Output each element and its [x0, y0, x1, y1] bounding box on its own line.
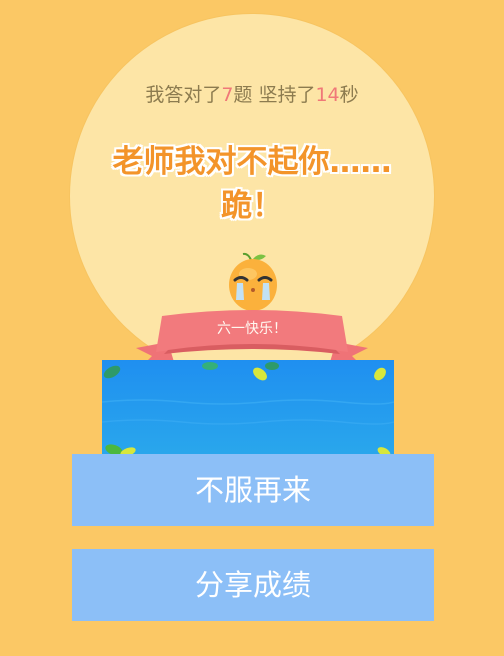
water-scene [102, 360, 394, 460]
crying-mango-mascot-icon [229, 252, 277, 311]
share-score-button[interactable]: 分享成绩 [72, 549, 434, 621]
question-count: 7 [221, 84, 234, 106]
score-summary: 我答对了7题 坚持了14秒 [0, 80, 504, 107]
banner-text: 六一快乐！ [217, 321, 287, 337]
score-mid: 题 坚持了 [233, 84, 316, 106]
apology-message: 老师我对不起你…… 跪！ [0, 140, 504, 228]
retry-button[interactable]: 不服再来 [72, 454, 434, 526]
score-suffix: 秒 [339, 84, 359, 106]
score-prefix: 我答对了 [145, 84, 222, 106]
apology-line-2: 跪！ [221, 188, 283, 224]
apology-line-1: 老师我对不起你…… [112, 144, 392, 180]
seconds-count: 14 [315, 84, 340, 106]
